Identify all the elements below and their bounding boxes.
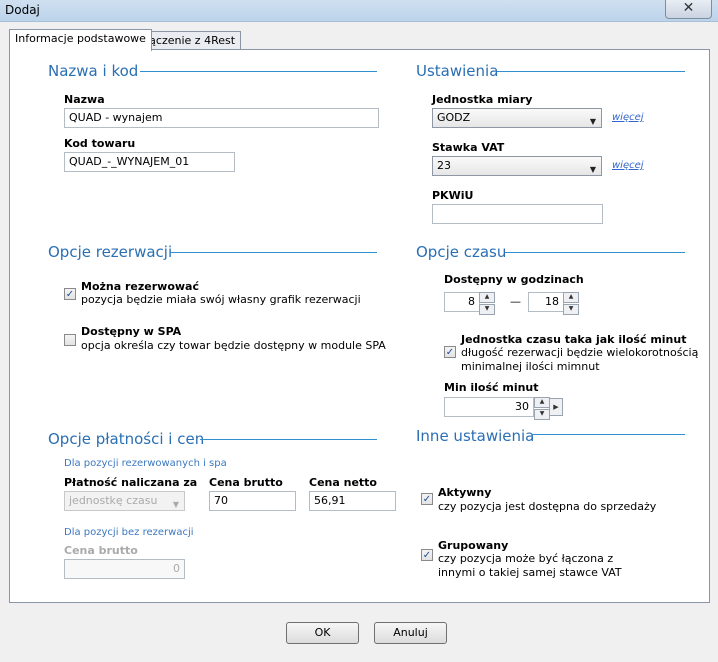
- ok-button[interactable]: OK: [286, 622, 359, 644]
- code-input[interactable]: QUAD_-_WYNAJEM_01: [64, 152, 235, 172]
- chevron-down-icon: ▼: [172, 500, 179, 509]
- check-icon: ✓: [65, 289, 75, 300]
- section-title-ustawienia: Ustawienia: [416, 62, 499, 80]
- charged-value: jednostkę czasu: [69, 494, 158, 507]
- close-icon: ✕: [682, 0, 695, 16]
- section-divider: [505, 252, 685, 253]
- section-divider: [140, 71, 377, 72]
- section-divider: [497, 71, 685, 72]
- min-minutes-spinner[interactable]: ▲ ▼: [534, 397, 550, 420]
- can-reserve-label: Można rezerwować: [81, 280, 199, 293]
- hours-label: Dostępny w godzinach: [444, 273, 584, 286]
- can-reserve-checkbox[interactable]: ✓: [64, 288, 76, 300]
- gross-input[interactable]: 70: [209, 491, 296, 511]
- min-minutes-label: Min ilość minut: [444, 381, 539, 394]
- unit-label: Jednostka miary: [432, 93, 533, 106]
- title-bar: Dodaj ✕: [0, 0, 718, 22]
- section-title-rezerwacja: Opcje rezerwacji: [48, 243, 173, 261]
- vat-value: 23: [437, 159, 451, 172]
- tab-informacje-podstawowe[interactable]: Informacje podstawowe: [9, 29, 152, 51]
- code-label: Kod towaru: [64, 137, 136, 150]
- check-icon: ✓: [422, 550, 432, 561]
- hour-from-spinner[interactable]: ▲ ▼: [479, 292, 495, 315]
- spa-label: Dostępny w SPA: [81, 325, 182, 338]
- pkwiu-input[interactable]: [432, 204, 603, 224]
- spin-down-icon[interactable]: ▼: [534, 409, 550, 420]
- spin-up-icon[interactable]: ▲: [479, 292, 495, 303]
- active-label: Aktywny: [438, 486, 492, 499]
- unit-value: GODZ: [437, 111, 471, 124]
- arrow-right-icon: ▶: [553, 403, 559, 411]
- section-divider: [532, 434, 685, 435]
- section-title-platnosci: Opcje płatności i cen: [48, 430, 205, 448]
- grouped-checkbox[interactable]: ✓: [421, 549, 433, 561]
- charged-select[interactable]: jednostkę czasu ▼: [64, 491, 185, 511]
- spa-checkbox[interactable]: [64, 334, 76, 346]
- chevron-down-icon: ▼: [589, 165, 596, 174]
- unit-more-link[interactable]: więcej: [612, 112, 644, 123]
- active-desc: czy pozycja jest dostępna do sprzedaży: [438, 500, 657, 513]
- section-title-inne: Inne ustawienia: [416, 427, 535, 445]
- active-checkbox[interactable]: ✓: [421, 493, 433, 505]
- unit-minutes-checkbox[interactable]: ✓: [444, 346, 456, 358]
- charged-label: Płatność naliczana za: [64, 476, 198, 489]
- spin-up-icon[interactable]: ▲: [534, 397, 550, 408]
- vat-select[interactable]: 23 ▼: [432, 156, 602, 176]
- net-input[interactable]: 56,91: [309, 491, 396, 511]
- nonreserved-caption: Dla pozycji bez rezerwacji: [64, 527, 194, 538]
- can-reserve-desc: pozycja będzie miała swój własny grafik …: [81, 293, 361, 306]
- window-title: Dodaj: [5, 3, 40, 17]
- min-minutes-step-right[interactable]: ▶: [549, 398, 563, 416]
- cancel-button[interactable]: Anuluj: [374, 622, 447, 644]
- hour-to-spinner[interactable]: ▲ ▼: [563, 292, 579, 315]
- name-input[interactable]: QUAD - wynajem: [64, 108, 379, 128]
- hour-from-input[interactable]: 8: [444, 292, 480, 312]
- gross2-input[interactable]: 0: [64, 559, 185, 579]
- gross2-label: Cena brutto: [64, 544, 138, 557]
- unit-select[interactable]: GODZ ▼: [432, 108, 602, 128]
- check-icon: ✓: [422, 494, 432, 505]
- close-button[interactable]: ✕: [665, 0, 712, 19]
- hours-dash: —: [510, 295, 521, 308]
- section-divider: [200, 439, 377, 440]
- chevron-down-icon: ▼: [589, 117, 596, 126]
- unit-minutes-label: Jednostka czasu taka jak ilość minut: [461, 333, 687, 346]
- hour-to-input[interactable]: 18: [528, 292, 564, 312]
- unit-minutes-desc2: minimalnej ilości mimnut: [461, 360, 600, 373]
- grouped-label: Grupowany: [438, 539, 509, 552]
- unit-minutes-desc1: długość rezerwacji będzie wielokorotnośc…: [461, 346, 699, 359]
- min-minutes-input[interactable]: 30: [444, 397, 534, 417]
- section-divider: [170, 252, 377, 253]
- spin-up-icon[interactable]: ▲: [563, 292, 579, 303]
- grouped-desc1: czy pozycja może być łączona z: [438, 552, 614, 565]
- check-icon: ✓: [445, 347, 455, 358]
- net-label: Cena netto: [309, 476, 377, 489]
- name-label: Nazwa: [64, 93, 105, 106]
- spin-down-icon[interactable]: ▼: [479, 304, 495, 315]
- gross-label: Cena brutto: [209, 476, 283, 489]
- spa-desc: opcja określa czy towar będzie dostępny …: [81, 339, 386, 352]
- vat-label: Stawka VAT: [432, 141, 505, 154]
- grouped-desc2: innymi o takiej samej stawce VAT: [438, 566, 622, 579]
- reserved-caption: Dla pozycji rezerwowanych i spa: [64, 458, 227, 469]
- spin-down-icon[interactable]: ▼: [563, 304, 579, 315]
- pkwiu-label: PKWiU: [432, 189, 474, 202]
- section-title-nazwa: Nazwa i kod: [48, 62, 139, 80]
- tab-laczenie-z-4rest[interactable]: Łączenie z 4Rest: [137, 31, 242, 50]
- vat-more-link[interactable]: więcej: [612, 160, 644, 171]
- section-title-czas: Opcje czasu: [416, 243, 507, 261]
